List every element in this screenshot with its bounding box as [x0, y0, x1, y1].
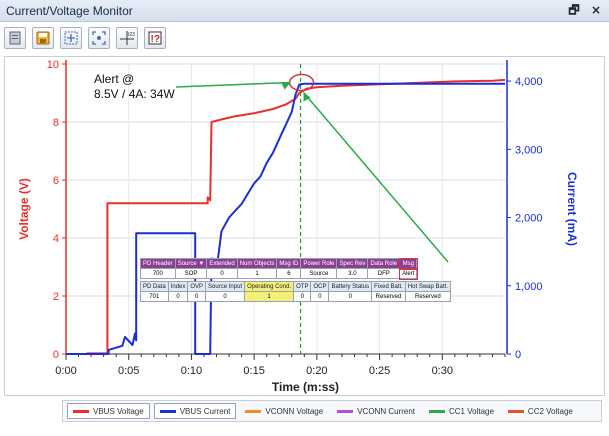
- chart-grid: [65, 63, 505, 355]
- legend-item[interactable]: CC1 Voltage: [424, 403, 499, 419]
- chart-legend: VBUS Voltage VBUS Current VCONN Voltage VCO…: [62, 400, 602, 422]
- pd-cell: 701: [140, 291, 169, 302]
- pd-cell: OVP: [187, 281, 207, 292]
- x-tick-label: 0:05: [118, 365, 139, 377]
- legend-swatch: [159, 409, 176, 413]
- pd-cell: Index: [167, 281, 189, 292]
- pd-cell: Extended: [206, 258, 238, 269]
- pd-cell: 0: [328, 291, 373, 302]
- pd-cell: Alert: [398, 267, 418, 280]
- legend-label: VBUS Voltage: [93, 406, 144, 416]
- pd-cell: OCP: [310, 281, 330, 292]
- chart-series: [66, 78, 506, 355]
- pd-cell: Msg ID: [276, 258, 302, 269]
- pd-cell: Num Objects: [236, 258, 278, 269]
- pd-cell: Operating Cond.: [244, 281, 295, 292]
- x-tick-label: 0:15: [243, 365, 264, 377]
- x-tick-label: 0:10: [181, 365, 202, 377]
- annotation-arrow-line: [175, 81, 291, 88]
- alert-annotation-line2: 8.5V / 4A: 34W: [94, 87, 175, 101]
- pd-cell: 1: [236, 268, 278, 279]
- pd-cell: SOP: [174, 268, 208, 279]
- legend-swatch: [429, 409, 445, 413]
- legend-swatch: [337, 409, 354, 413]
- left-tick-label: 10: [47, 59, 59, 71]
- x-tick-label: 0:20: [306, 365, 327, 377]
- current-voltage-monitor-window: Current/Voltage Monitor 🗗 × t23 !? 0 2 4…: [0, 0, 609, 436]
- x-axis-title: Time (m:ss): [272, 380, 339, 394]
- pd-header-table-header-row: PD Header Source ▼ Extended Num Objects Msg …: [140, 257, 418, 270]
- legend-item[interactable]: VBUS Voltage: [67, 403, 150, 419]
- pd-cell: 0: [187, 291, 207, 302]
- pd-cell: 6: [276, 268, 302, 279]
- right-tick-label: 2,000: [515, 213, 543, 225]
- pd-cell: Fixed Batt.: [371, 281, 406, 292]
- pd-cell: DFP: [367, 268, 401, 279]
- legend-label: VCONN Current: [357, 406, 415, 416]
- pd-cell: 0: [205, 291, 246, 302]
- legend-label: VCONN Voltage: [265, 406, 324, 416]
- x-tick-label: 0:00: [55, 365, 76, 377]
- legend-item[interactable]: VBUS Current: [153, 403, 237, 419]
- pd-cell: 3.0: [336, 268, 369, 279]
- legend-item[interactable]: VCONN Voltage: [240, 403, 328, 419]
- pd-cell: 0: [310, 291, 330, 302]
- x-tick-label: 0:30: [432, 365, 453, 377]
- pd-cell: Source ▼: [174, 258, 208, 269]
- pd-cell: OTP: [293, 281, 312, 292]
- left-tick-label: 8: [53, 117, 59, 129]
- alert-annotation-line1: Alert @: [94, 72, 134, 86]
- chart-annotations: Alert @8.5V / 4A: 34W: [94, 64, 449, 354]
- vbus-current-line: [66, 82, 505, 355]
- pd-data-table-header-row: PD Data Index OVP Source Input Operating Con…: [140, 281, 451, 292]
- legend-swatch: [73, 409, 89, 413]
- chart-axes: 024681001,0002,0003,0004,0000:00 0:05 0:10…: [17, 59, 579, 394]
- pd-cell: 0: [293, 291, 312, 302]
- right-axis-title: Current (mA): [565, 172, 579, 246]
- pd-cell: PD Data: [140, 281, 169, 292]
- pd-cell: 700: [140, 268, 176, 279]
- legend-swatch: [507, 409, 524, 413]
- pd-cell: PD Header: [140, 258, 176, 269]
- pd-cell: Source: [300, 268, 338, 279]
- voltage-current-chart: 024681001,0002,0003,0004,0000:00 0:05 0:10…: [17, 59, 579, 394]
- x-tick-label: 0:25: [369, 365, 390, 377]
- legend-label: VBUS Current: [179, 406, 231, 416]
- alert-point-circle: [288, 73, 315, 92]
- legend-swatch: [245, 409, 262, 413]
- pd-cell: 0: [206, 268, 238, 279]
- pd-data-table: PD Data Index OVP Source Input Operating Con…: [140, 281, 451, 302]
- left-tick-label: 2: [53, 291, 59, 303]
- pd-data-table-value-row: 701 0 0 0 1 0 0 0 Reserved Reserved: [140, 291, 451, 302]
- msg-arrow-line: [302, 91, 449, 263]
- pd-cell: Power Role: [300, 258, 338, 269]
- right-tick-label: 3,000: [515, 144, 543, 156]
- right-tick-label: 0: [515, 349, 521, 361]
- pd-cell: Battery Status: [328, 281, 373, 292]
- right-tick-label: 1,000: [515, 281, 543, 293]
- right-tick-label: 4,000: [515, 76, 543, 88]
- pd-cell: Source Input: [205, 281, 246, 292]
- left-tick-label: 6: [53, 175, 59, 187]
- pd-header-table-value-row: 700 SOP 0 1 6 Source 3.0 DFP Alert: [140, 267, 418, 280]
- legend-label: CC1 Voltage: [449, 406, 494, 416]
- pd-cell: 0: [167, 291, 189, 302]
- pd-cell: Msg: [398, 257, 418, 270]
- left-tick-label: 4: [53, 233, 59, 245]
- vbus-voltage-line: [66, 78, 506, 355]
- left-tick-label: 0: [53, 349, 59, 361]
- pd-header-table: PD Header Source ▼ Extended Num Objects Msg …: [140, 257, 418, 280]
- pd-cell: Hot Swap Batt.: [404, 281, 451, 292]
- pd-cell: Reserved: [371, 291, 406, 302]
- pd-cell: Reserved: [404, 291, 451, 302]
- annotation-arrowhead: [281, 82, 291, 90]
- left-axis-title: Voltage (V): [17, 178, 31, 240]
- pd-cell: 1: [244, 291, 295, 302]
- legend-label: CC2 Voltage: [527, 406, 573, 416]
- legend-item[interactable]: VCONN Current: [332, 403, 420, 419]
- pd-cell: Data Role: [367, 258, 401, 269]
- legend-item[interactable]: CC2 Voltage: [503, 403, 578, 419]
- pd-cell: Spec Rev: [336, 258, 369, 269]
